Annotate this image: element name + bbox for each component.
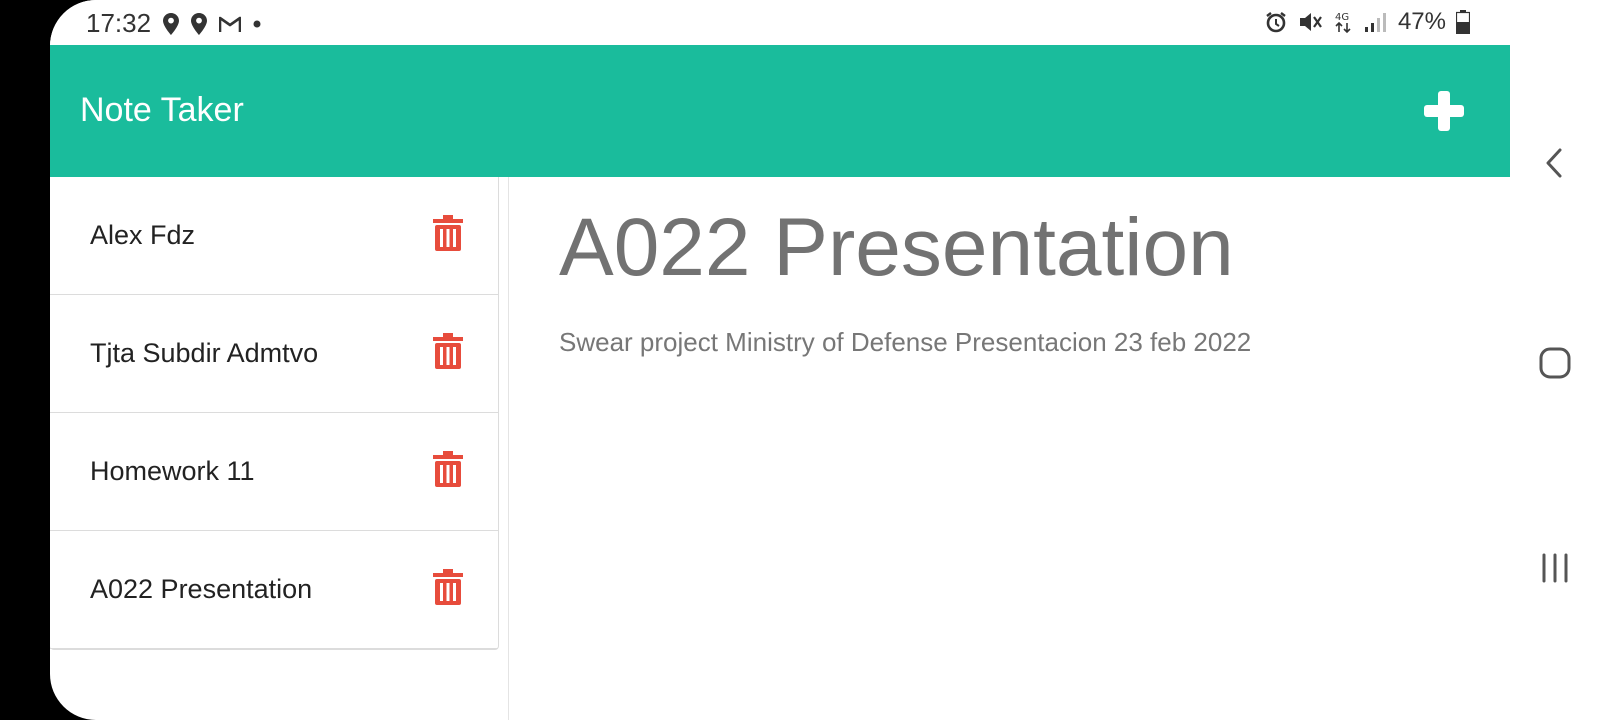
app-screen: 17:32 4G 47% Note Taker Alex Fdz Tjta Su…	[50, 0, 1510, 720]
app-title: Note Taker	[80, 91, 244, 129]
network-4g-icon: 4G	[1335, 12, 1351, 34]
alarm-icon	[1266, 12, 1286, 33]
note-list-item[interactable]: Tjta Subdir Admtvo	[50, 295, 498, 413]
note-list-item[interactable]: Homework 11	[50, 413, 498, 531]
system-nav-bar	[1510, 0, 1600, 720]
network-label: 4G	[1335, 12, 1349, 23]
battery-percent: 47%	[1397, 8, 1446, 35]
note-item-title: Alex Fdz	[90, 220, 196, 250]
dot-icon	[253, 20, 261, 27]
notes-sidebar: Alex Fdz Tjta Subdir Admtvo Homework 11 …	[50, 177, 509, 720]
home-icon[interactable]	[1532, 340, 1578, 386]
note-text-field[interactable]: Swear project Ministry of Defense Presen…	[559, 327, 1251, 358]
plus-icon	[1424, 91, 1464, 131]
gmail-icon	[219, 16, 242, 32]
battery-icon	[1456, 10, 1470, 34]
signal-icon	[1364, 13, 1386, 32]
recents-icon[interactable]	[1532, 545, 1578, 591]
status-time: 17:32	[86, 8, 152, 38]
note-item-title: Homework 11	[90, 456, 255, 486]
notes-list: Alex Fdz Tjta Subdir Admtvo Homework 11 …	[50, 177, 499, 650]
note-detail: A022 Presentation Swear project Ministry…	[509, 177, 1510, 720]
back-chevron-icon[interactable]	[1532, 140, 1578, 186]
add-note-button[interactable]	[1418, 85, 1470, 137]
mute-icon	[1299, 13, 1322, 31]
trash-icon[interactable]	[433, 569, 463, 605]
trash-icon[interactable]	[433, 451, 463, 487]
trash-icon[interactable]	[433, 333, 463, 369]
trash-icon[interactable]	[433, 215, 463, 251]
location-icon	[191, 12, 208, 35]
note-title-field[interactable]: A022 Presentation	[559, 201, 1234, 295]
note-item-title: A022 Presentation	[90, 574, 313, 604]
status-bar: 17:32 4G 47%	[50, 0, 1510, 45]
location-icon	[163, 12, 180, 35]
note-item-title: Tjta Subdir Admtvo	[90, 338, 319, 368]
app-bar: Note Taker	[50, 45, 1510, 177]
note-list-item[interactable]: Alex Fdz	[50, 177, 498, 295]
note-list-item[interactable]: A022 Presentation	[50, 531, 498, 649]
